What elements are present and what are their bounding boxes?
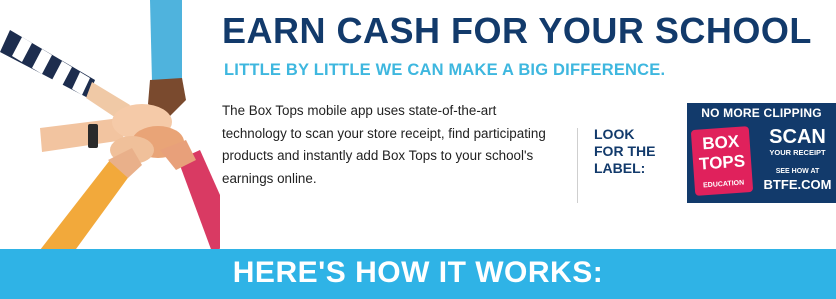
pink-sleeve-arm [160, 140, 220, 252]
logo-word-box: BOX [701, 131, 740, 154]
how-it-works-heading: HERE'S HOW IT WORKS: [232, 256, 604, 289]
see-how-text: SEE HOW AT [775, 168, 820, 175]
orange-sleeve-arm [40, 148, 142, 260]
look-for-label-callout: LOOK FOR THE LABEL: [594, 126, 656, 176]
wristwatch-icon [88, 124, 98, 148]
page-subtitle: LITTLE BY LITTLE WE CAN MAKE A BIG DIFFE… [224, 61, 666, 79]
scan-subtext: YOUR RECEIPT [769, 148, 826, 157]
description-paragraph: The Box Tops mobile app uses state-of-th… [222, 103, 546, 186]
vertical-divider [577, 128, 578, 203]
scan-text: SCAN [769, 126, 826, 148]
btfe-url-text: BTFE.COM [763, 177, 832, 192]
logo-word-tops: TOPS [698, 151, 746, 174]
no-more-clipping-text: NO MORE CLIPPING [701, 106, 822, 120]
box-tops-logo: BOX TOPS EDUCATION [690, 126, 754, 196]
box-tops-label-badge: NO MORE CLIPPING BOX TOPS EDUCATION SCAN… [687, 103, 836, 203]
page-title: EARN CASH FOR YOUR SCHOOL [222, 10, 812, 51]
blue-sleeve-arm [148, 0, 186, 118]
logo-word-education: EDUCATION [702, 179, 745, 190]
striped-sleeve-arm [0, 30, 130, 122]
hands-illustration [0, 0, 220, 260]
